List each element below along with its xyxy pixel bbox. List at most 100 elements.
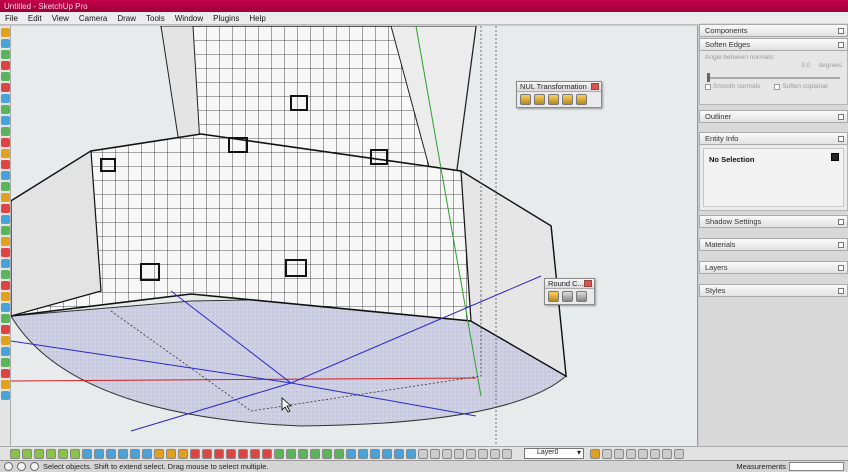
checkbox-icon[interactable] [774, 83, 781, 90]
move-icon[interactable] [274, 448, 284, 459]
section-cut-icon[interactable] [626, 448, 636, 459]
xray-style-icon[interactable] [82, 448, 92, 459]
arc-icon[interactable] [238, 448, 248, 459]
tray-materials[interactable]: Materials [699, 238, 848, 251]
zoom-window-tool-icon[interactable] [1, 303, 10, 312]
geolocation-icon[interactable] [4, 462, 13, 471]
line-icon[interactable] [214, 448, 224, 459]
protractor-icon[interactable] [370, 448, 380, 459]
view-left-icon[interactable] [70, 448, 80, 459]
sharp-corner-icon[interactable] [562, 291, 573, 302]
3d-text-icon[interactable] [406, 448, 416, 459]
xray-tool-icon[interactable] [1, 380, 10, 389]
shadows-tool-icon[interactable] [1, 391, 10, 400]
collapse-icon[interactable] [838, 42, 844, 48]
view-back-icon[interactable] [58, 448, 68, 459]
transform-icon[interactable] [548, 94, 559, 105]
rotate-icon[interactable] [298, 448, 308, 459]
smooth-normals-checkbox[interactable]: Smooth normals [705, 83, 760, 90]
transform-icon[interactable] [520, 94, 531, 105]
tray-layers[interactable]: Layers [699, 261, 848, 274]
select-icon[interactable] [154, 448, 164, 459]
nul-transformation-toolbar[interactable]: NUL Transformation [516, 81, 602, 108]
tray-soften-edges[interactable]: Soften Edges [699, 38, 848, 51]
followme-icon[interactable] [310, 448, 320, 459]
zoom-extents-icon[interactable] [466, 448, 476, 459]
polygon-icon[interactable] [250, 448, 260, 459]
section-display-icon[interactable] [614, 448, 624, 459]
circle-tool-icon[interactable] [1, 105, 10, 114]
angle-slider-thumb[interactable] [707, 73, 710, 82]
shadow-toggle-icon[interactable] [638, 448, 648, 459]
transform-icon[interactable] [576, 94, 587, 105]
scale-tool-icon[interactable] [1, 182, 10, 191]
freehand-tool-icon[interactable] [1, 127, 10, 136]
help-icon[interactable] [30, 462, 39, 471]
model-viewport[interactable]: NUL Transformation Round C... [11, 26, 698, 446]
position-camera-tool-icon[interactable] [1, 369, 10, 378]
menu-file[interactable]: File [0, 14, 23, 23]
menu-view[interactable]: View [47, 14, 74, 23]
collapse-icon[interactable] [838, 288, 844, 294]
transform-icon[interactable] [534, 94, 545, 105]
menu-help[interactable]: Help [244, 14, 270, 23]
text-icon[interactable] [382, 448, 392, 459]
scale-icon[interactable] [322, 448, 332, 459]
view-top-icon[interactable] [22, 448, 32, 459]
material-swatch-icon[interactable] [831, 153, 839, 161]
collapse-icon[interactable] [838, 219, 844, 225]
round-corner-header[interactable]: Round C... [545, 279, 594, 289]
section-tool-icon[interactable] [1, 347, 10, 356]
text-tool-icon[interactable] [1, 237, 10, 246]
bevel-corner-icon[interactable] [576, 291, 587, 302]
rectangle-tool-icon[interactable] [1, 94, 10, 103]
pan-icon[interactable] [430, 448, 440, 459]
offset-icon[interactable] [334, 448, 344, 459]
tray-components[interactable]: Components [699, 24, 848, 37]
close-icon[interactable] [584, 280, 592, 287]
wireframe-style-icon[interactable] [94, 448, 104, 459]
nul-transformation-header[interactable]: NUL Transformation [517, 82, 601, 92]
checkbox-icon[interactable] [705, 83, 711, 90]
menu-plugins[interactable]: Plugins [208, 14, 244, 23]
zoom-window-icon[interactable] [454, 448, 464, 459]
tape-icon[interactable] [346, 448, 356, 459]
fog-toggle-icon[interactable] [650, 448, 660, 459]
polygon-tool-icon[interactable] [1, 116, 10, 125]
walk-icon[interactable] [490, 448, 500, 459]
zoom-extents-tool-icon[interactable] [1, 314, 10, 323]
transform-icon[interactable] [562, 94, 573, 105]
angle-slider[interactable] [707, 73, 840, 82]
select-tool-icon[interactable] [1, 28, 10, 37]
freehand-icon[interactable] [262, 448, 272, 459]
view-right-icon[interactable] [46, 448, 56, 459]
move-tool-icon[interactable] [1, 138, 10, 147]
tray-outliner[interactable]: Outliner [699, 110, 848, 123]
collapse-icon[interactable] [838, 265, 844, 271]
look-around-icon[interactable] [502, 448, 512, 459]
warehouse-icon[interactable] [662, 448, 672, 459]
round-corner-toolbar[interactable]: Round C... [544, 278, 595, 305]
component-tool-icon[interactable] [1, 39, 10, 48]
tape-tool-icon[interactable] [1, 204, 10, 213]
line-tool-icon[interactable] [1, 72, 10, 81]
previous-view-icon[interactable] [478, 448, 488, 459]
collapse-icon[interactable] [838, 114, 844, 120]
arc-tool-icon[interactable] [1, 83, 10, 92]
menu-edit[interactable]: Edit [23, 14, 47, 23]
dimension-tool-icon[interactable] [1, 215, 10, 224]
protractor-tool-icon[interactable] [1, 226, 10, 235]
extension-icon[interactable] [674, 448, 684, 459]
textured-style-icon[interactable] [130, 448, 140, 459]
zoom-tool-icon[interactable] [1, 292, 10, 301]
section-plane-icon[interactable] [602, 448, 612, 459]
tray-shadow-settings[interactable]: Shadow Settings [699, 215, 848, 228]
layer-manager-icon[interactable] [590, 448, 600, 459]
shaded-style-icon[interactable] [118, 448, 128, 459]
followme-tool-icon[interactable] [1, 171, 10, 180]
tray-entity-info[interactable]: Entity Info [699, 132, 848, 145]
axes-tool-icon[interactable] [1, 248, 10, 257]
credits-icon[interactable] [17, 462, 26, 471]
zoom-icon[interactable] [442, 448, 452, 459]
soften-coplanar-checkbox[interactable]: Soften coplanar [774, 83, 828, 90]
